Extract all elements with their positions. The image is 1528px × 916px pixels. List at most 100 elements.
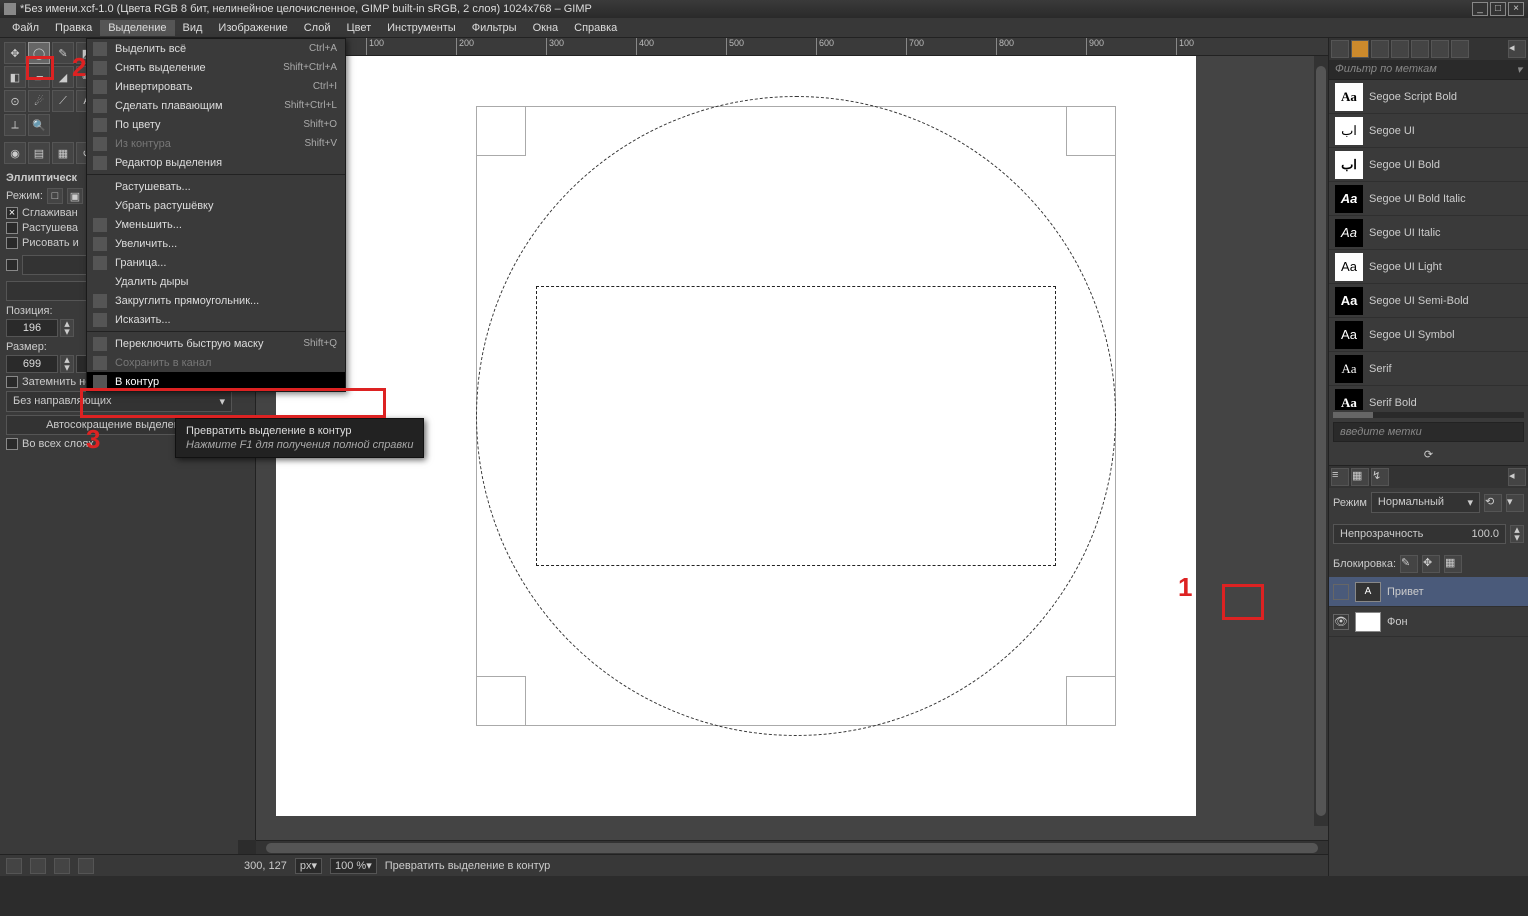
tool-gradient[interactable]: ◢ (52, 66, 74, 88)
tool-clone[interactable]: ⊙ (4, 90, 26, 112)
size-w-input[interactable] (6, 355, 58, 373)
tab-brushes[interactable] (1331, 40, 1349, 58)
fixed-checkbox[interactable] (6, 259, 18, 271)
layer-item[interactable]: 👁 Фон (1329, 607, 1528, 637)
position-x-spinner[interactable]: ▴▾ (60, 319, 74, 337)
tool-warp[interactable]: ◧ (4, 66, 26, 88)
status-unit-select[interactable]: px ▾ (295, 858, 322, 874)
menu-select-roundrect[interactable]: Закруглить прямоугольник... (87, 291, 345, 310)
layer-visibility-toggle[interactable]: 👁 (1333, 614, 1349, 630)
corner-handle[interactable] (476, 106, 526, 156)
menu-color[interactable]: Цвет (338, 20, 379, 36)
menu-windows[interactable]: Окна (525, 20, 567, 36)
menu-select[interactable]: Выделение (100, 20, 174, 36)
reset-options-icon[interactable] (78, 858, 94, 874)
tool-path[interactable]: ⟋ (52, 90, 74, 112)
mode-replace[interactable]: □ (47, 188, 63, 204)
tool-measure[interactable]: ⟂ (4, 114, 26, 136)
corner-handle[interactable] (1066, 676, 1116, 726)
menu-tools[interactable]: Инструменты (379, 20, 464, 36)
save-options-icon[interactable] (6, 858, 22, 874)
tab-patterns[interactable] (1371, 40, 1389, 58)
layer-mode-select[interactable]: Нормальный▾ (1371, 492, 1480, 513)
guides-select[interactable]: Без направляющих▾ (6, 391, 232, 412)
position-x-input[interactable] (6, 319, 58, 337)
menu-help[interactable]: Справка (566, 20, 625, 36)
layer-visibility-toggle[interactable] (1333, 584, 1349, 600)
feather-checkbox[interactable] (6, 222, 18, 234)
menu-select-removeholes[interactable]: Удалить дыры (87, 272, 345, 291)
antialias-checkbox[interactable] (6, 207, 18, 219)
font-scrollbar[interactable] (1333, 412, 1524, 418)
tab-images[interactable]: ▦ (52, 142, 74, 164)
menu-select-none[interactable]: Снять выделениеShift+Ctrl+A (87, 58, 345, 77)
opacity-spinner[interactable]: ▴▾ (1510, 525, 1524, 543)
layer-item[interactable]: A Привет (1329, 577, 1528, 607)
tool-move[interactable]: ✥ (4, 42, 26, 64)
menu-select-border[interactable]: Граница... (87, 253, 345, 272)
font-item[interactable]: AaSegoe UI Semi-Bold (1329, 284, 1528, 318)
size-w-spinner[interactable]: ▴▾ (60, 355, 74, 373)
corner-handle[interactable] (1066, 106, 1116, 156)
close-button[interactable]: × (1508, 2, 1524, 16)
lock-alpha-icon[interactable]: ▦ (1444, 555, 1462, 573)
darken-checkbox[interactable] (6, 376, 18, 388)
menu-select-bycolor[interactable]: По цветуShift+O (87, 115, 345, 134)
tab-history[interactable] (1451, 40, 1469, 58)
tab-device[interactable]: ▤ (28, 142, 50, 164)
font-item[interactable]: AaSegoe UI Italic (1329, 216, 1528, 250)
tab-docs[interactable] (1431, 40, 1449, 58)
minimize-button[interactable]: _ (1472, 2, 1488, 16)
scrollbar-vertical[interactable] (1314, 56, 1328, 826)
maximize-button[interactable]: □ (1490, 2, 1506, 16)
menu-select-distort[interactable]: Исказить... (87, 310, 345, 329)
tool-ellipse-select[interactable]: ◯ (28, 42, 50, 64)
tab-menu-icon[interactable]: ◂ (1508, 468, 1526, 486)
menu-select-float[interactable]: Сделать плавающимShift+Ctrl+L (87, 96, 345, 115)
menu-select-feather[interactable]: Растушевать... (87, 177, 345, 196)
font-item[interactable]: ابSegoe UI Bold (1329, 148, 1528, 182)
menu-select-shrink[interactable]: Уменьшить... (87, 215, 345, 234)
tab-layers[interactable]: ≡ (1331, 468, 1349, 486)
tab-paths[interactable]: ↯ (1371, 468, 1389, 486)
tool-zoom[interactable]: 🔍 (28, 114, 50, 136)
tab-channels[interactable]: ▦ (1351, 468, 1369, 486)
opacity-slider[interactable]: Непрозрачность 100.0 (1333, 524, 1506, 544)
menu-select-invert[interactable]: ИнвертироватьCtrl+I (87, 77, 345, 96)
menu-select-grow[interactable]: Увеличить... (87, 234, 345, 253)
menu-select-quickmask[interactable]: Переключить быструю маскуShift+Q (87, 334, 345, 353)
font-item[interactable]: AaSegoe UI Light (1329, 250, 1528, 284)
drawfrom-checkbox[interactable] (6, 237, 18, 249)
mode-reset-icon[interactable]: ⟲ (1484, 494, 1502, 512)
menu-filters[interactable]: Фильтры (464, 20, 525, 36)
alllayers-checkbox[interactable] (6, 438, 18, 450)
mode-add[interactable]: ▣ (67, 188, 83, 204)
scrollbar-horizontal[interactable] (256, 840, 1328, 854)
font-list[interactable]: AaSegoe Script Bold ابSegoe UI ابSegoe U… (1329, 80, 1528, 410)
delete-options-icon[interactable] (54, 858, 70, 874)
labels-input[interactable]: введите метки (1333, 422, 1524, 442)
corner-handle[interactable] (476, 676, 526, 726)
font-item[interactable]: ابSegoe UI (1329, 114, 1528, 148)
tab-gradients[interactable] (1391, 40, 1409, 58)
font-item[interactable]: AaSerif (1329, 352, 1528, 386)
ruler-horizontal[interactable]: 0 100 200 300 400 500 600 700 800 900 10… (256, 38, 1328, 56)
mode-switch-icon[interactable]: ▾ (1506, 494, 1524, 512)
menu-select-topath[interactable]: В контур (87, 372, 345, 391)
tool-smudge[interactable]: ☄ (28, 90, 50, 112)
tab-palettes[interactable] (1411, 40, 1429, 58)
menu-edit[interactable]: Правка (47, 20, 100, 36)
font-item[interactable]: AaSerif Bold (1329, 386, 1528, 410)
status-zoom-select[interactable]: 100 % ▾ (330, 858, 377, 874)
rect-selection[interactable] (536, 286, 1056, 566)
menu-image[interactable]: Изображение (210, 20, 295, 36)
filter-tags-input[interactable]: Фильтр по меткам ▾ (1329, 60, 1528, 80)
restore-options-icon[interactable] (30, 858, 46, 874)
menu-file[interactable]: Файл (4, 20, 47, 36)
tab-fonts[interactable] (1351, 40, 1369, 58)
menu-layer[interactable]: Слой (296, 20, 339, 36)
menu-select-editor[interactable]: Редактор выделения (87, 153, 345, 172)
font-item[interactable]: AaSegoe UI Bold Italic (1329, 182, 1528, 216)
lock-pixels-icon[interactable]: ✎ (1400, 555, 1418, 573)
tool-free-select[interactable]: ✎ (52, 42, 74, 64)
